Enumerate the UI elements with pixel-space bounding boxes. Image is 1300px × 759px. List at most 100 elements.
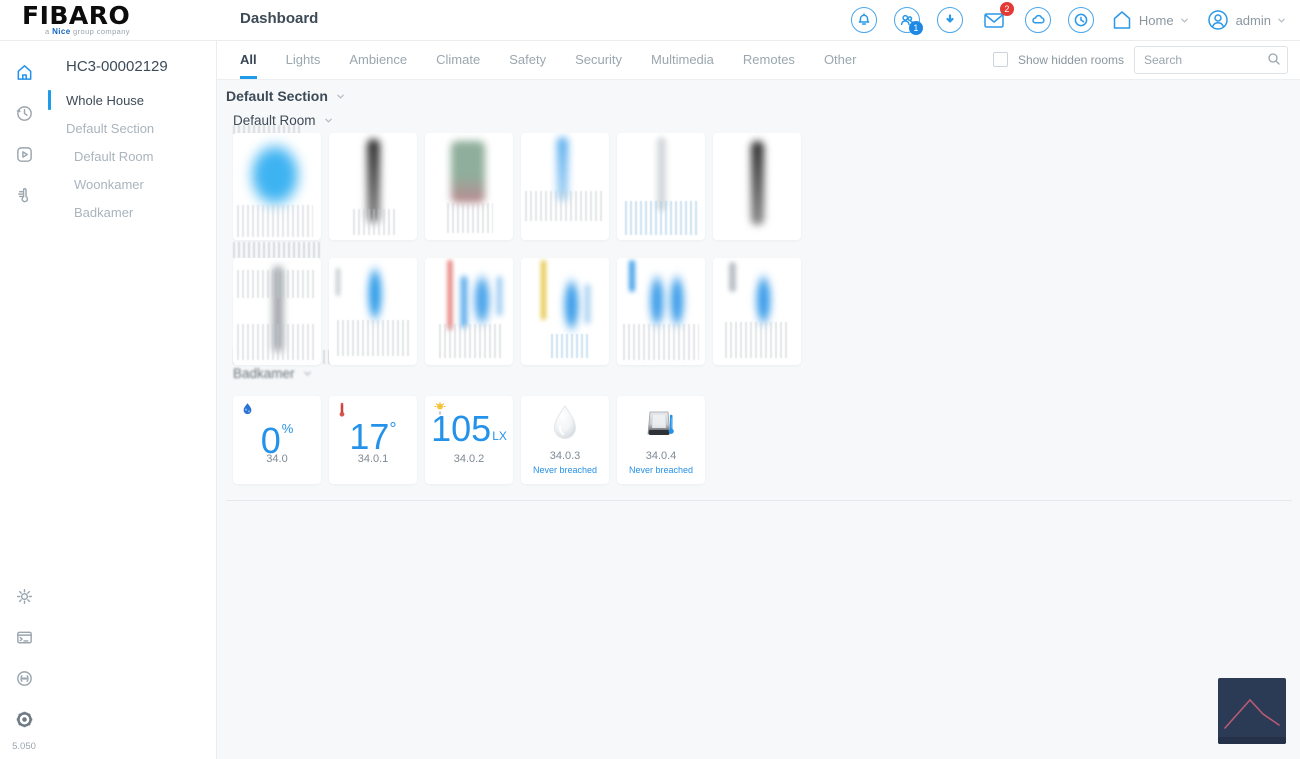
rail-top-group xyxy=(14,62,34,205)
tab-other[interactable]: Other xyxy=(824,40,857,79)
tab-safety[interactable]: Safety xyxy=(509,40,546,79)
mail-button[interactable]: 2 xyxy=(980,2,1014,33)
section-divider xyxy=(226,500,1292,501)
tab-lights[interactable]: Lights xyxy=(286,40,321,79)
cloud-button[interactable] xyxy=(1024,7,1051,33)
flood-sensor-image xyxy=(521,404,609,446)
rail-bottom-group xyxy=(14,586,34,729)
device-tile-loading[interactable] xyxy=(713,133,801,240)
search-input[interactable] xyxy=(1135,52,1287,67)
rail-api-button[interactable] xyxy=(14,668,34,688)
tabbar-controls: Show hidden rooms xyxy=(992,45,1288,74)
tab-all[interactable]: All xyxy=(240,40,257,79)
rail-scenes-button[interactable] xyxy=(14,144,34,164)
user-menu[interactable]: admin xyxy=(1206,8,1286,32)
rail-climate-button[interactable] xyxy=(14,185,34,205)
rail-swagger-button[interactable] xyxy=(14,709,34,729)
room-title: Badkamer xyxy=(233,366,295,381)
logo-tagline: a Nice group company xyxy=(45,27,130,36)
rooms-sidebar: HC3-00002129 Whole House Default Section… xyxy=(48,40,217,759)
sidebar-item-whole-house[interactable]: Whole House xyxy=(48,87,216,115)
chevron-down-icon xyxy=(1180,18,1188,23)
device-tile-luminosity[interactable]: 105LX 34.0.2 xyxy=(425,396,513,484)
temperature-unit: ° xyxy=(389,419,397,439)
download-arrow-icon xyxy=(946,14,954,23)
api-braces-icon xyxy=(16,670,32,686)
device-status: Never breached xyxy=(532,465,598,475)
tab-remotes[interactable]: Remotes xyxy=(743,40,795,79)
clock-icon xyxy=(1074,13,1088,27)
rail-history-button[interactable] xyxy=(14,103,34,123)
sidebar-item-woonkamer[interactable]: Woonkamer xyxy=(48,171,216,199)
top-bar: FIBARO a Nice group company Dashboard 1 … xyxy=(0,0,1300,41)
sidebar-item-badkamer[interactable]: Badkamer xyxy=(48,199,216,227)
search-box xyxy=(1134,45,1288,74)
rooms-nav: Whole House Default Section Default Room… xyxy=(48,87,216,227)
device-tile-loading[interactable] xyxy=(425,258,513,365)
chevron-down-icon xyxy=(1278,18,1285,23)
avatar-icon xyxy=(1207,10,1228,30)
device-tile-temperature[interactable]: 17° 34.0.1 xyxy=(329,396,417,484)
device-label: 34.0.4 xyxy=(645,450,677,462)
chevron-down-icon xyxy=(337,94,344,99)
device-tile-loading[interactable] xyxy=(617,133,705,240)
fibaro-intercom-widget[interactable] xyxy=(1218,678,1286,744)
tab-security[interactable]: Security xyxy=(575,40,622,79)
sidebar-item-default-section[interactable]: Default Section xyxy=(48,115,216,143)
device-tile-loading[interactable] xyxy=(233,258,321,365)
show-hidden-rooms-checkbox[interactable] xyxy=(992,52,1008,67)
rail-console-button[interactable] xyxy=(14,627,34,647)
peak-line-graphic xyxy=(1224,698,1280,729)
user-name: admin xyxy=(1235,12,1271,28)
rail-settings-button[interactable] xyxy=(14,586,34,606)
device-tile-humidity[interactable]: 0% 34.0 xyxy=(233,396,321,484)
play-scenes-icon xyxy=(16,146,32,162)
users-button[interactable]: 1 xyxy=(893,7,923,35)
page-title: Dashboard xyxy=(240,10,319,27)
chevron-down-icon xyxy=(324,118,332,123)
device-status: Never breached xyxy=(628,465,694,475)
home-label: Home xyxy=(1138,12,1174,28)
section-title: Default Section xyxy=(226,88,328,104)
left-rail: 5.050 xyxy=(0,40,49,759)
mail-badge: 2 xyxy=(999,2,1014,16)
home-selector[interactable]: Home xyxy=(1111,9,1189,31)
update-button[interactable] xyxy=(936,7,963,33)
alarm-icon xyxy=(858,13,870,25)
tab-multimedia[interactable]: Multimedia xyxy=(651,40,714,79)
device-tile-loading[interactable] xyxy=(425,133,513,240)
home-icon xyxy=(17,64,31,80)
chevron-down-icon xyxy=(303,371,311,376)
luminosity-unit: LX xyxy=(492,429,507,443)
thermometer-icon xyxy=(17,187,28,202)
device-tile-loading[interactable] xyxy=(521,258,609,365)
device-tile-flood-sensor[interactable]: 34.0.3 Never breached xyxy=(521,396,609,484)
tab-climate[interactable]: Climate xyxy=(436,40,480,79)
search-icon xyxy=(1268,52,1280,65)
device-tile-loading[interactable] xyxy=(617,258,705,365)
sidebar-item-default-room[interactable]: Default Room xyxy=(48,143,216,171)
show-hidden-rooms-label: Show hidden rooms xyxy=(1017,52,1124,67)
logo-text: FIBARO xyxy=(22,1,131,30)
device-tile-loading[interactable] xyxy=(329,133,417,240)
device-tile-loading[interactable] xyxy=(521,133,609,240)
device-tile-loading[interactable] xyxy=(233,133,321,240)
luminosity-value: 105LX xyxy=(431,408,507,449)
device-tile-loading[interactable] xyxy=(329,258,417,365)
device-tile-loading[interactable] xyxy=(713,258,801,365)
device-tile-smoke-sensor[interactable]: 34.0.4 Never breached xyxy=(617,396,705,484)
users-badge: 1 xyxy=(908,21,923,35)
room-header-badkamer[interactable]: Badkamer xyxy=(233,366,312,381)
dashboard-scroll-area[interactable]: Default Section Default Room Badkamer 0%… xyxy=(217,80,1300,759)
terminal-icon xyxy=(16,631,32,643)
humidity-unit: % xyxy=(281,421,294,436)
alarm-button[interactable] xyxy=(850,7,877,33)
header-actions: 1 2 Home admin xyxy=(850,0,1286,40)
widget-base xyxy=(1218,737,1286,744)
swagger-gear-icon xyxy=(16,711,32,727)
clock-button[interactable] xyxy=(1067,7,1094,33)
history-clock-icon xyxy=(16,105,32,121)
rail-home-button[interactable] xyxy=(14,62,34,82)
tab-ambience[interactable]: Ambience xyxy=(349,40,407,79)
section-header-default-section[interactable]: Default Section xyxy=(226,88,345,104)
